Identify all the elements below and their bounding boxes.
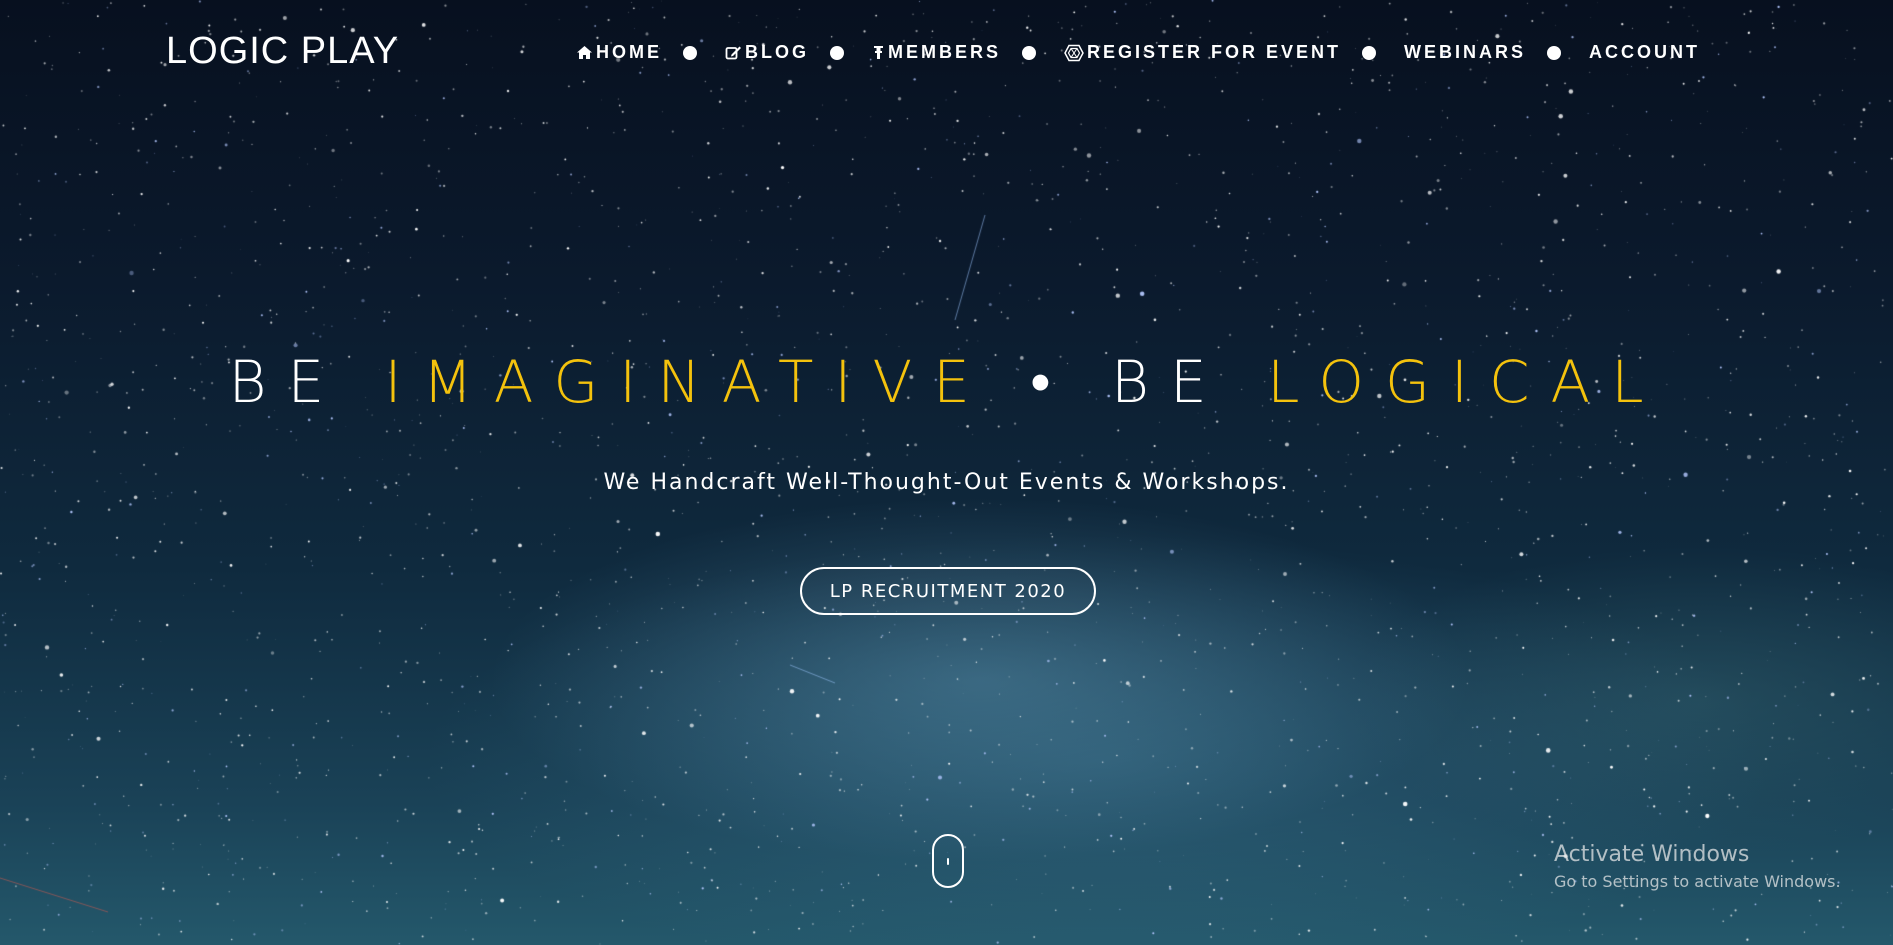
recruitment-button-label: LP RECRUITMENT 2020	[829, 580, 1067, 602]
hexagon-icon	[1064, 44, 1084, 61]
hero-title-separator: • BE	[990, 348, 1268, 416]
scroll-down-mouse-icon[interactable]	[932, 834, 964, 888]
nav-separator-dot	[1547, 45, 1562, 60]
activation-title: Activate Windows	[1554, 842, 1750, 867]
nav-item-label: ACCOUNT	[1589, 42, 1701, 62]
user-icon	[874, 46, 883, 59]
hero-title: BE IMAGINATIVE • BE LOGICAL	[0, 348, 1893, 416]
nav-separator-dot	[683, 45, 697, 60]
edit-icon	[725, 46, 741, 60]
nav-item-register-for-event[interactable]: REGISTER FOR EVENT	[1064, 42, 1341, 63]
nav-item-label: BLOG	[745, 42, 809, 62]
hero-title-part: BE	[228, 348, 385, 416]
hero-title-accent: IMAGINATIVE	[384, 348, 991, 416]
home-icon	[577, 46, 592, 59]
scroll-wheel-indicator	[947, 858, 949, 865]
page: LOGIC PLAY HOME BLOG MEMBERS REGISTER FO…	[0, 0, 1893, 945]
nav-item-label: MEMBERS	[888, 42, 1002, 62]
nav-separator-dot	[1362, 45, 1377, 60]
nav-item-home[interactable]: HOME	[576, 42, 662, 63]
brand-logo[interactable]: LOGIC PLAY	[166, 30, 399, 73]
windows-activation-watermark: Activate Windows Go to Settings to activ…	[1554, 840, 1841, 894]
navbar: LOGIC PLAY HOME BLOG MEMBERS REGISTER FO…	[0, 0, 1893, 106]
hero-subtitle: We Handcraft Well-Thought-Out Events & W…	[603, 470, 1290, 495]
nav-item-account[interactable]: ACCOUNT	[1589, 42, 1700, 63]
nav-separator-dot	[830, 45, 844, 60]
nav-separator-dot	[1022, 45, 1037, 60]
recruitment-button[interactable]: LP RECRUITMENT 2020	[800, 567, 1096, 615]
nav-item-label: WEBINARS	[1404, 42, 1527, 62]
nav-menu: HOME BLOG MEMBERS REGISTER FOR EVENT WEB…	[576, 42, 1700, 63]
nav-item-label: REGISTER FOR EVENT	[1087, 42, 1342, 62]
activation-subtitle: Go to Settings to activate Windows.	[1554, 872, 1841, 891]
nav-item-blog[interactable]: BLOG	[725, 42, 809, 63]
nav-item-members[interactable]: MEMBERS	[872, 42, 1001, 63]
nav-item-label: HOME	[596, 42, 662, 62]
nav-item-webinars[interactable]: WEBINARS	[1404, 42, 1526, 63]
hero-title-accent: LOGICAL	[1267, 348, 1665, 416]
